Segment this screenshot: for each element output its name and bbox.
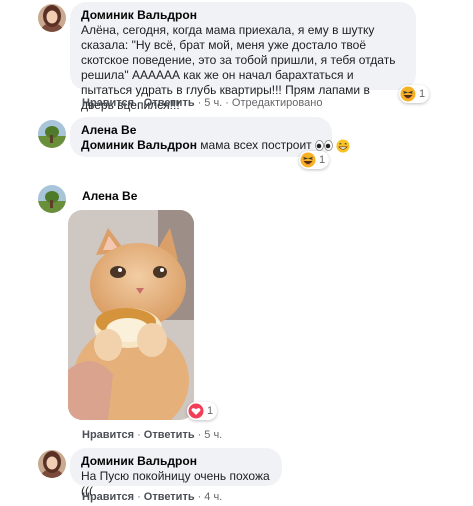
comment-author[interactable]: Алена Ве bbox=[82, 189, 137, 203]
grin-emoji-icon bbox=[336, 139, 350, 153]
mention-link[interactable]: Доминик Вальдрон bbox=[81, 138, 197, 152]
comment-time[interactable]: 5 ч. bbox=[204, 97, 222, 109]
like-link[interactable]: Нравится bbox=[82, 491, 134, 503]
comment-time[interactable]: 5 ч. bbox=[204, 429, 222, 441]
heart-icon bbox=[188, 403, 204, 419]
reply-link[interactable]: Ответить bbox=[144, 491, 195, 503]
comment-author[interactable]: Доминик Вальдрон bbox=[81, 8, 405, 23]
comment-actions: Нравится · Ответить · 4 ч. bbox=[82, 491, 223, 503]
comment-time[interactable]: 4 ч. bbox=[204, 491, 222, 503]
avatar-alena[interactable] bbox=[38, 120, 66, 148]
comment-bubble: Алена Ве Доминик Вальдрон мама всех пост… bbox=[70, 117, 350, 157]
cat-photo[interactable] bbox=[68, 210, 194, 420]
comment-text: Доминик Вальдрон мама всех построит bbox=[81, 138, 350, 153]
reaction-badge[interactable]: 1 bbox=[299, 151, 330, 169]
avatar-dominik[interactable] bbox=[38, 4, 66, 32]
like-link[interactable]: Нравится bbox=[82, 429, 134, 441]
like-link[interactable]: Нравится bbox=[82, 97, 134, 109]
reaction-badge[interactable]: 1 bbox=[187, 402, 218, 420]
comment-bubble: Доминик Вальдрон На Пусю покойницу очень… bbox=[70, 448, 282, 498]
reply-link[interactable]: Ответить bbox=[144, 97, 195, 109]
reaction-count: 1 bbox=[319, 154, 326, 166]
reaction-count: 1 bbox=[207, 405, 214, 417]
laugh-emoji-icon bbox=[400, 86, 416, 102]
comment-author[interactable]: Алена Ве bbox=[81, 123, 321, 138]
reaction-badge[interactable]: 1 bbox=[399, 85, 430, 103]
comment-bubble: Доминик Вальдрон Алёна, сегодня, когда м… bbox=[70, 2, 416, 112]
avatar-dominik[interactable] bbox=[38, 450, 66, 478]
avatar-alena[interactable] bbox=[38, 185, 66, 213]
reply-link[interactable]: Ответить bbox=[144, 429, 195, 441]
comment-actions: Нравится · Ответить · 5 ч. bbox=[82, 429, 223, 441]
reaction-count: 1 bbox=[419, 88, 426, 100]
comment-actions: Нравится · Ответить · 5 ч. · Отредактировано bbox=[82, 97, 323, 109]
comment-body: мама всех построит bbox=[200, 138, 312, 152]
eyes-emoji-icon bbox=[315, 140, 333, 152]
comment-author[interactable]: Доминик Вальдрон bbox=[81, 454, 271, 469]
laugh-emoji-icon bbox=[300, 152, 316, 168]
edited-label: Отредактировано bbox=[231, 97, 323, 109]
